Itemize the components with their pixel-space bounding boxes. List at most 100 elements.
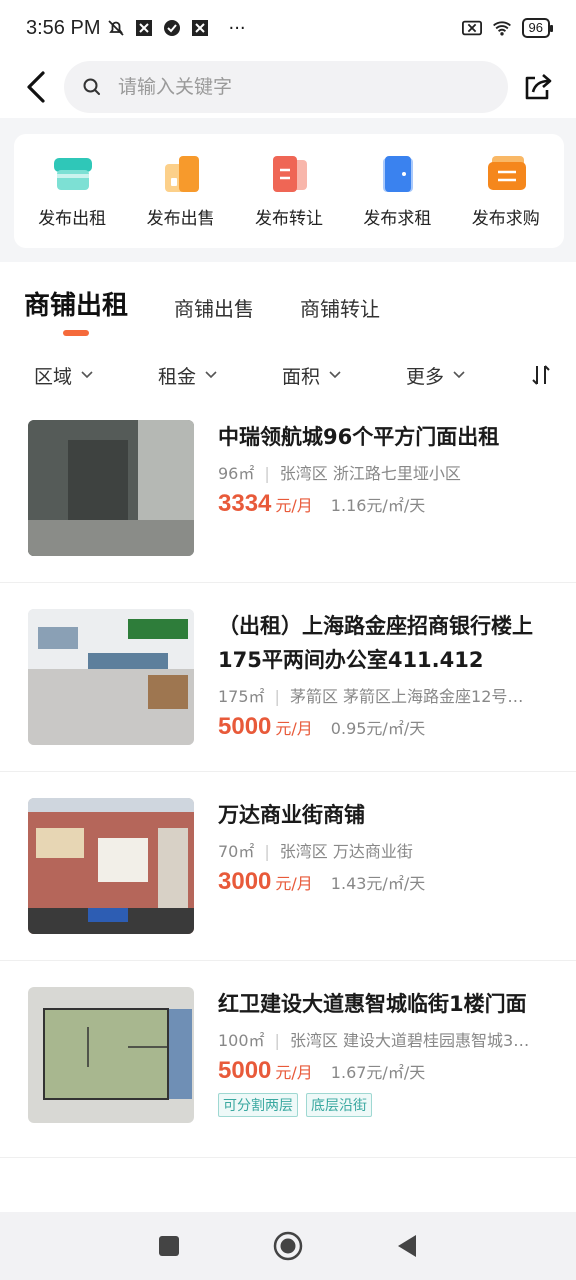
listing-unit-price: 1.16元/㎡/天 xyxy=(330,496,426,515)
listing-price-unit: 元/月 xyxy=(275,496,313,515)
publish-seek-rent-label: 发布求租 xyxy=(363,208,432,229)
building-icon xyxy=(161,154,201,194)
publish-transfer-button[interactable]: 发布转让 xyxy=(235,154,343,229)
listing-panel: 商铺出租 商铺出售 商铺转让 区域 租金 面积 更多 中瑞领航城96个平方门面出… xyxy=(0,262,576,1212)
listing-unit-price: 0.95元/㎡/天 xyxy=(330,719,426,738)
listing-unit-price: 1.67元/㎡/天 xyxy=(330,1063,426,1082)
wifi-icon xyxy=(492,18,512,38)
listing-price-unit: 元/月 xyxy=(275,874,313,893)
home-button[interactable] xyxy=(268,1226,308,1266)
filter-more[interactable]: 更多 xyxy=(392,362,516,389)
listing-photo xyxy=(28,798,194,934)
filter-label: 更多 xyxy=(406,365,445,388)
sort-button[interactable] xyxy=(526,360,556,390)
status-bar: 3:56 PM ··· 96 xyxy=(0,0,576,56)
listing-price: 5000 xyxy=(218,1057,272,1084)
divider: | xyxy=(264,842,270,861)
check-circle-icon xyxy=(162,18,182,38)
tab-label: 商铺转让 xyxy=(300,297,381,321)
tab-shop-sale[interactable]: 商铺出售 xyxy=(174,293,254,336)
search-input[interactable] xyxy=(118,76,458,98)
divider: | xyxy=(264,464,270,483)
tab-shop-transfer[interactable]: 商铺转让 xyxy=(300,293,380,336)
listing-photo xyxy=(28,420,194,556)
tab-shop-rent[interactable]: 商铺出租 xyxy=(24,285,128,336)
listing-item[interactable]: （出租）上海路金座招商银行楼上175平两间办公室411.412 175㎡ | 茅箭区… xyxy=(0,609,576,772)
app-notification-icon xyxy=(190,18,210,38)
listing-area: 100㎡ xyxy=(218,1031,265,1050)
filter-bar: 区域 租金 面积 更多 xyxy=(0,344,576,406)
back-nav-button[interactable] xyxy=(387,1226,427,1266)
divider: | xyxy=(274,1031,280,1050)
listing-location: 茅箭区 茅箭区上海路金座12号… xyxy=(289,687,524,706)
listing-title: 中瑞领航城96个平方门面出租 xyxy=(218,425,500,449)
search-icon xyxy=(83,78,100,95)
listing-title: 红卫建设大道惠智城临街1楼门面 xyxy=(218,992,527,1016)
publish-sale-label: 发布出售 xyxy=(146,208,215,229)
listing-item[interactable]: 中瑞领航城96个平方门面出租 96㎡ | 张湾区 浙江路七里垭小区 3334 元/月… xyxy=(0,420,576,583)
listing-meta: 96㎡ | 张湾区 浙江路七里垭小区 xyxy=(218,460,548,484)
listing-price: 3000 xyxy=(218,868,272,895)
filter-label: 租金 xyxy=(158,365,197,388)
listing-area: 96㎡ xyxy=(218,464,255,483)
chevron-down-icon xyxy=(205,371,217,379)
listing-price-unit: 元/月 xyxy=(275,1063,313,1082)
listing-meta: 100㎡ | 张湾区 建设大道碧桂园惠智城3… xyxy=(218,1027,548,1051)
filter-area[interactable]: 面积 xyxy=(268,362,392,389)
tab-label: 商铺出售 xyxy=(174,297,255,321)
listing-price-unit: 元/月 xyxy=(275,719,313,738)
search-bar[interactable] xyxy=(64,61,508,113)
circle-icon xyxy=(273,1231,303,1261)
publish-rent-button[interactable]: 发布出租 xyxy=(18,154,126,229)
store-icon xyxy=(52,154,93,194)
listing-area: 70㎡ xyxy=(218,842,255,861)
share-button[interactable] xyxy=(518,65,558,109)
triangle-back-icon xyxy=(397,1235,416,1257)
mute-icon xyxy=(106,18,126,38)
filter-label: 面积 xyxy=(282,365,321,388)
system-nav-bar xyxy=(0,1212,576,1280)
listing-item[interactable]: 万达商业街商铺 70㎡ | 张湾区 万达商业街 3000 元/月 1.43元/㎡/天 xyxy=(0,798,576,961)
filter-region[interactable]: 区域 xyxy=(20,362,144,389)
sim-off-icon xyxy=(461,18,482,38)
listing-location: 张湾区 建设大道碧桂园惠智城3… xyxy=(289,1031,530,1050)
tag-badge: 底层沿街 xyxy=(306,1093,372,1117)
listing-title: （出租）上海路金座招商银行楼上175平两间办公室411.412 xyxy=(218,614,533,672)
sort-icon xyxy=(532,365,550,385)
active-tab-indicator xyxy=(63,330,89,336)
quick-actions-card: 发布出租 发布出售 发布转让 发布求租 发布求购 xyxy=(14,134,564,248)
publish-seek-buy-button[interactable]: 发布求购 xyxy=(452,154,560,229)
divider: | xyxy=(274,687,280,706)
listing-photo xyxy=(28,609,194,745)
listing-item[interactable]: 红卫建设大道惠智城临街1楼门面 100㎡ | 张湾区 建设大道碧桂园惠智城3… 50… xyxy=(0,987,576,1158)
chevron-down-icon xyxy=(453,371,465,379)
listing-unit-price: 1.43元/㎡/天 xyxy=(330,874,426,893)
share-icon xyxy=(525,74,552,100)
ticket-icon xyxy=(486,154,526,194)
door-icon xyxy=(377,154,417,194)
publish-seek-rent-button[interactable]: 发布求租 xyxy=(343,154,451,229)
listing-location: 张湾区 浙江路七里垭小区 xyxy=(279,464,461,483)
listing-meta: 175㎡ | 茅箭区 茅箭区上海路金座12号… xyxy=(218,683,548,707)
publish-transfer-label: 发布转让 xyxy=(254,208,323,229)
tab-label: 商铺出租 xyxy=(24,291,129,321)
category-tabs: 商铺出租 商铺出售 商铺转让 xyxy=(0,262,576,336)
publish-sale-button[interactable]: 发布出售 xyxy=(127,154,235,229)
more-notifications: ··· xyxy=(228,17,246,39)
listing-tags: 可分割两层 底层沿街 xyxy=(218,1093,548,1117)
publish-seek-buy-label: 发布求购 xyxy=(471,208,540,229)
app-notification-icon xyxy=(134,18,154,38)
filter-label: 区域 xyxy=(34,365,73,388)
listing-area: 175㎡ xyxy=(218,687,265,706)
listing-price: 3334 xyxy=(218,490,272,517)
chevron-down-icon xyxy=(81,371,93,379)
publish-rent-label: 发布出租 xyxy=(38,208,107,229)
filter-rent[interactable]: 租金 xyxy=(144,362,268,389)
square-icon xyxy=(159,1236,180,1256)
recents-button[interactable] xyxy=(149,1226,189,1266)
chevron-down-icon xyxy=(329,371,341,379)
back-button[interactable] xyxy=(18,65,54,109)
listing-photo xyxy=(28,987,194,1123)
status-time: 3:56 PM xyxy=(26,16,101,39)
listing-meta: 70㎡ | 张湾区 万达商业街 xyxy=(218,838,548,862)
